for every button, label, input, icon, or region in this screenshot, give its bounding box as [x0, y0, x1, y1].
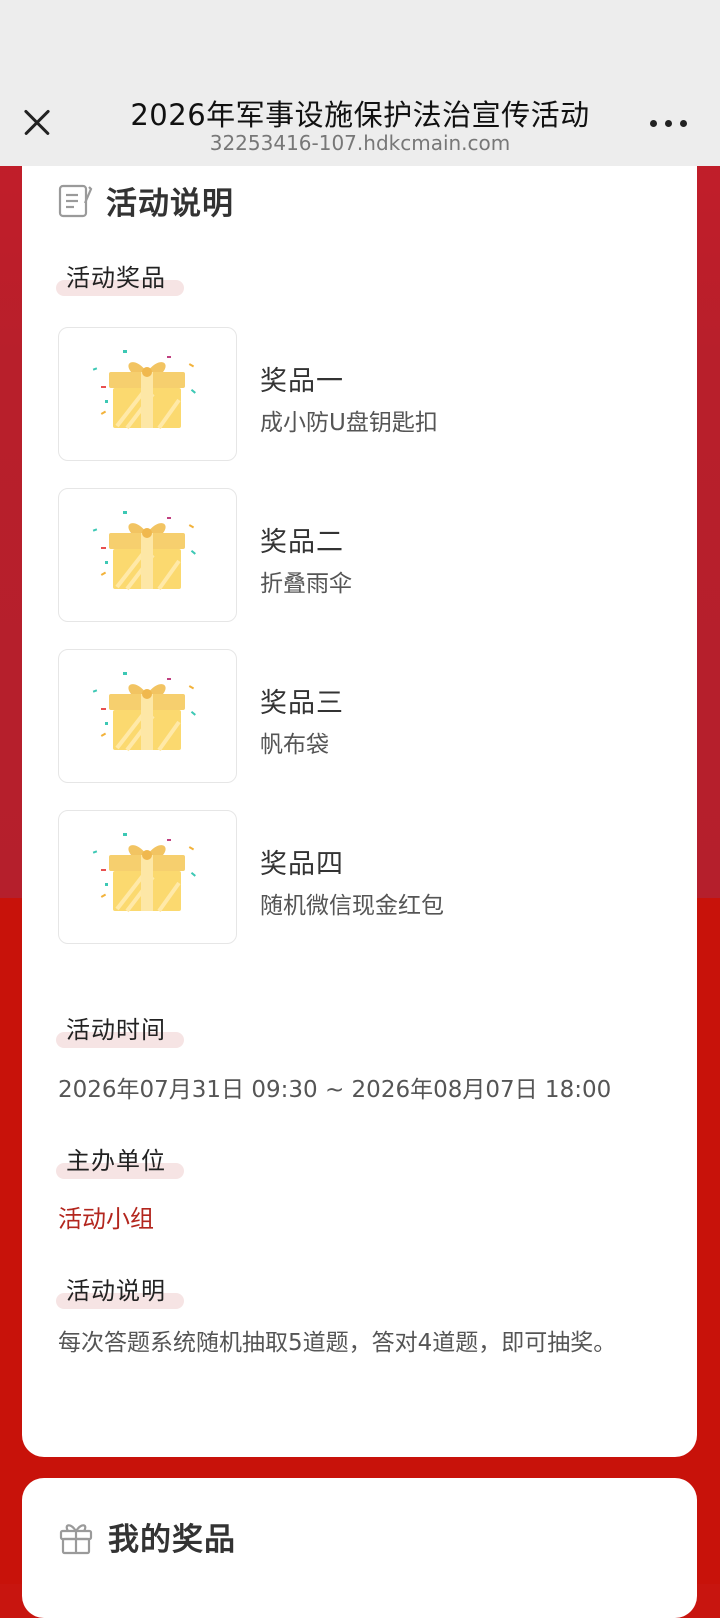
page-url: 32253416-107.hdkcmain.com	[209, 131, 511, 155]
browser-top-bar: 2026年军事设施保护法治宣传活动 32253416-107.hdkcmain.…	[0, 0, 720, 166]
prize-item[interactable]: 奖品二 折叠雨伞	[58, 488, 658, 622]
description-value: 每次答题系统随机抽取5道题，答对4道题，即可抽奖。	[58, 1330, 617, 1356]
prize-name: 奖品二	[260, 527, 344, 558]
activity-info-card: 活动说明 活动奖品 奖品一 成小防U盘钥匙扣 奖品二 折叠雨伞 奖品三 帆布袋 …	[22, 130, 697, 1457]
organizer-value: 活动小组	[58, 1205, 154, 1233]
prize-item[interactable]: 奖品四 随机微信现金红包	[58, 810, 658, 944]
prize-item[interactable]: 奖品一 成小防U盘钥匙扣	[58, 327, 658, 461]
prize-name: 奖品三	[260, 688, 344, 719]
activity-section-header: 活动说明	[58, 178, 234, 223]
prizes-label: 活动奖品	[56, 258, 184, 298]
prize-desc: 随机微信现金红包	[260, 893, 444, 919]
activity-time-value: 2026年07月31日 09:30 ~ 2026年08月07日 18:00	[58, 1077, 612, 1103]
gift-box-icon	[58, 327, 237, 461]
gift-box-icon	[58, 488, 237, 622]
prize-name: 奖品一	[260, 366, 344, 397]
my-prizes-header: 我的奖品	[58, 1514, 236, 1559]
prize-desc: 折叠雨伞	[260, 571, 352, 597]
prize-desc: 成小防U盘钥匙扣	[260, 410, 438, 436]
page-title: 2026年军事设施保护法治宣传活动	[130, 98, 590, 132]
prize-name: 奖品四	[260, 849, 344, 880]
time-label: 活动时间	[56, 1010, 184, 1050]
my-prizes-title: 我的奖品	[108, 1522, 236, 1558]
my-prizes-card[interactable]: 我的奖品	[22, 1478, 697, 1618]
prize-desc: 帆布袋	[260, 732, 329, 758]
gift-icon	[58, 1519, 94, 1555]
more-options-icon[interactable]	[650, 118, 690, 128]
description-label: 活动说明	[56, 1271, 184, 1311]
gift-box-icon	[58, 810, 237, 944]
gift-box-icon	[58, 649, 237, 783]
prize-item[interactable]: 奖品三 帆布袋	[58, 649, 658, 783]
section-title: 活动说明	[106, 186, 234, 222]
close-icon[interactable]	[18, 103, 56, 141]
organizer-label: 主办单位	[56, 1141, 184, 1181]
document-icon	[58, 183, 93, 219]
